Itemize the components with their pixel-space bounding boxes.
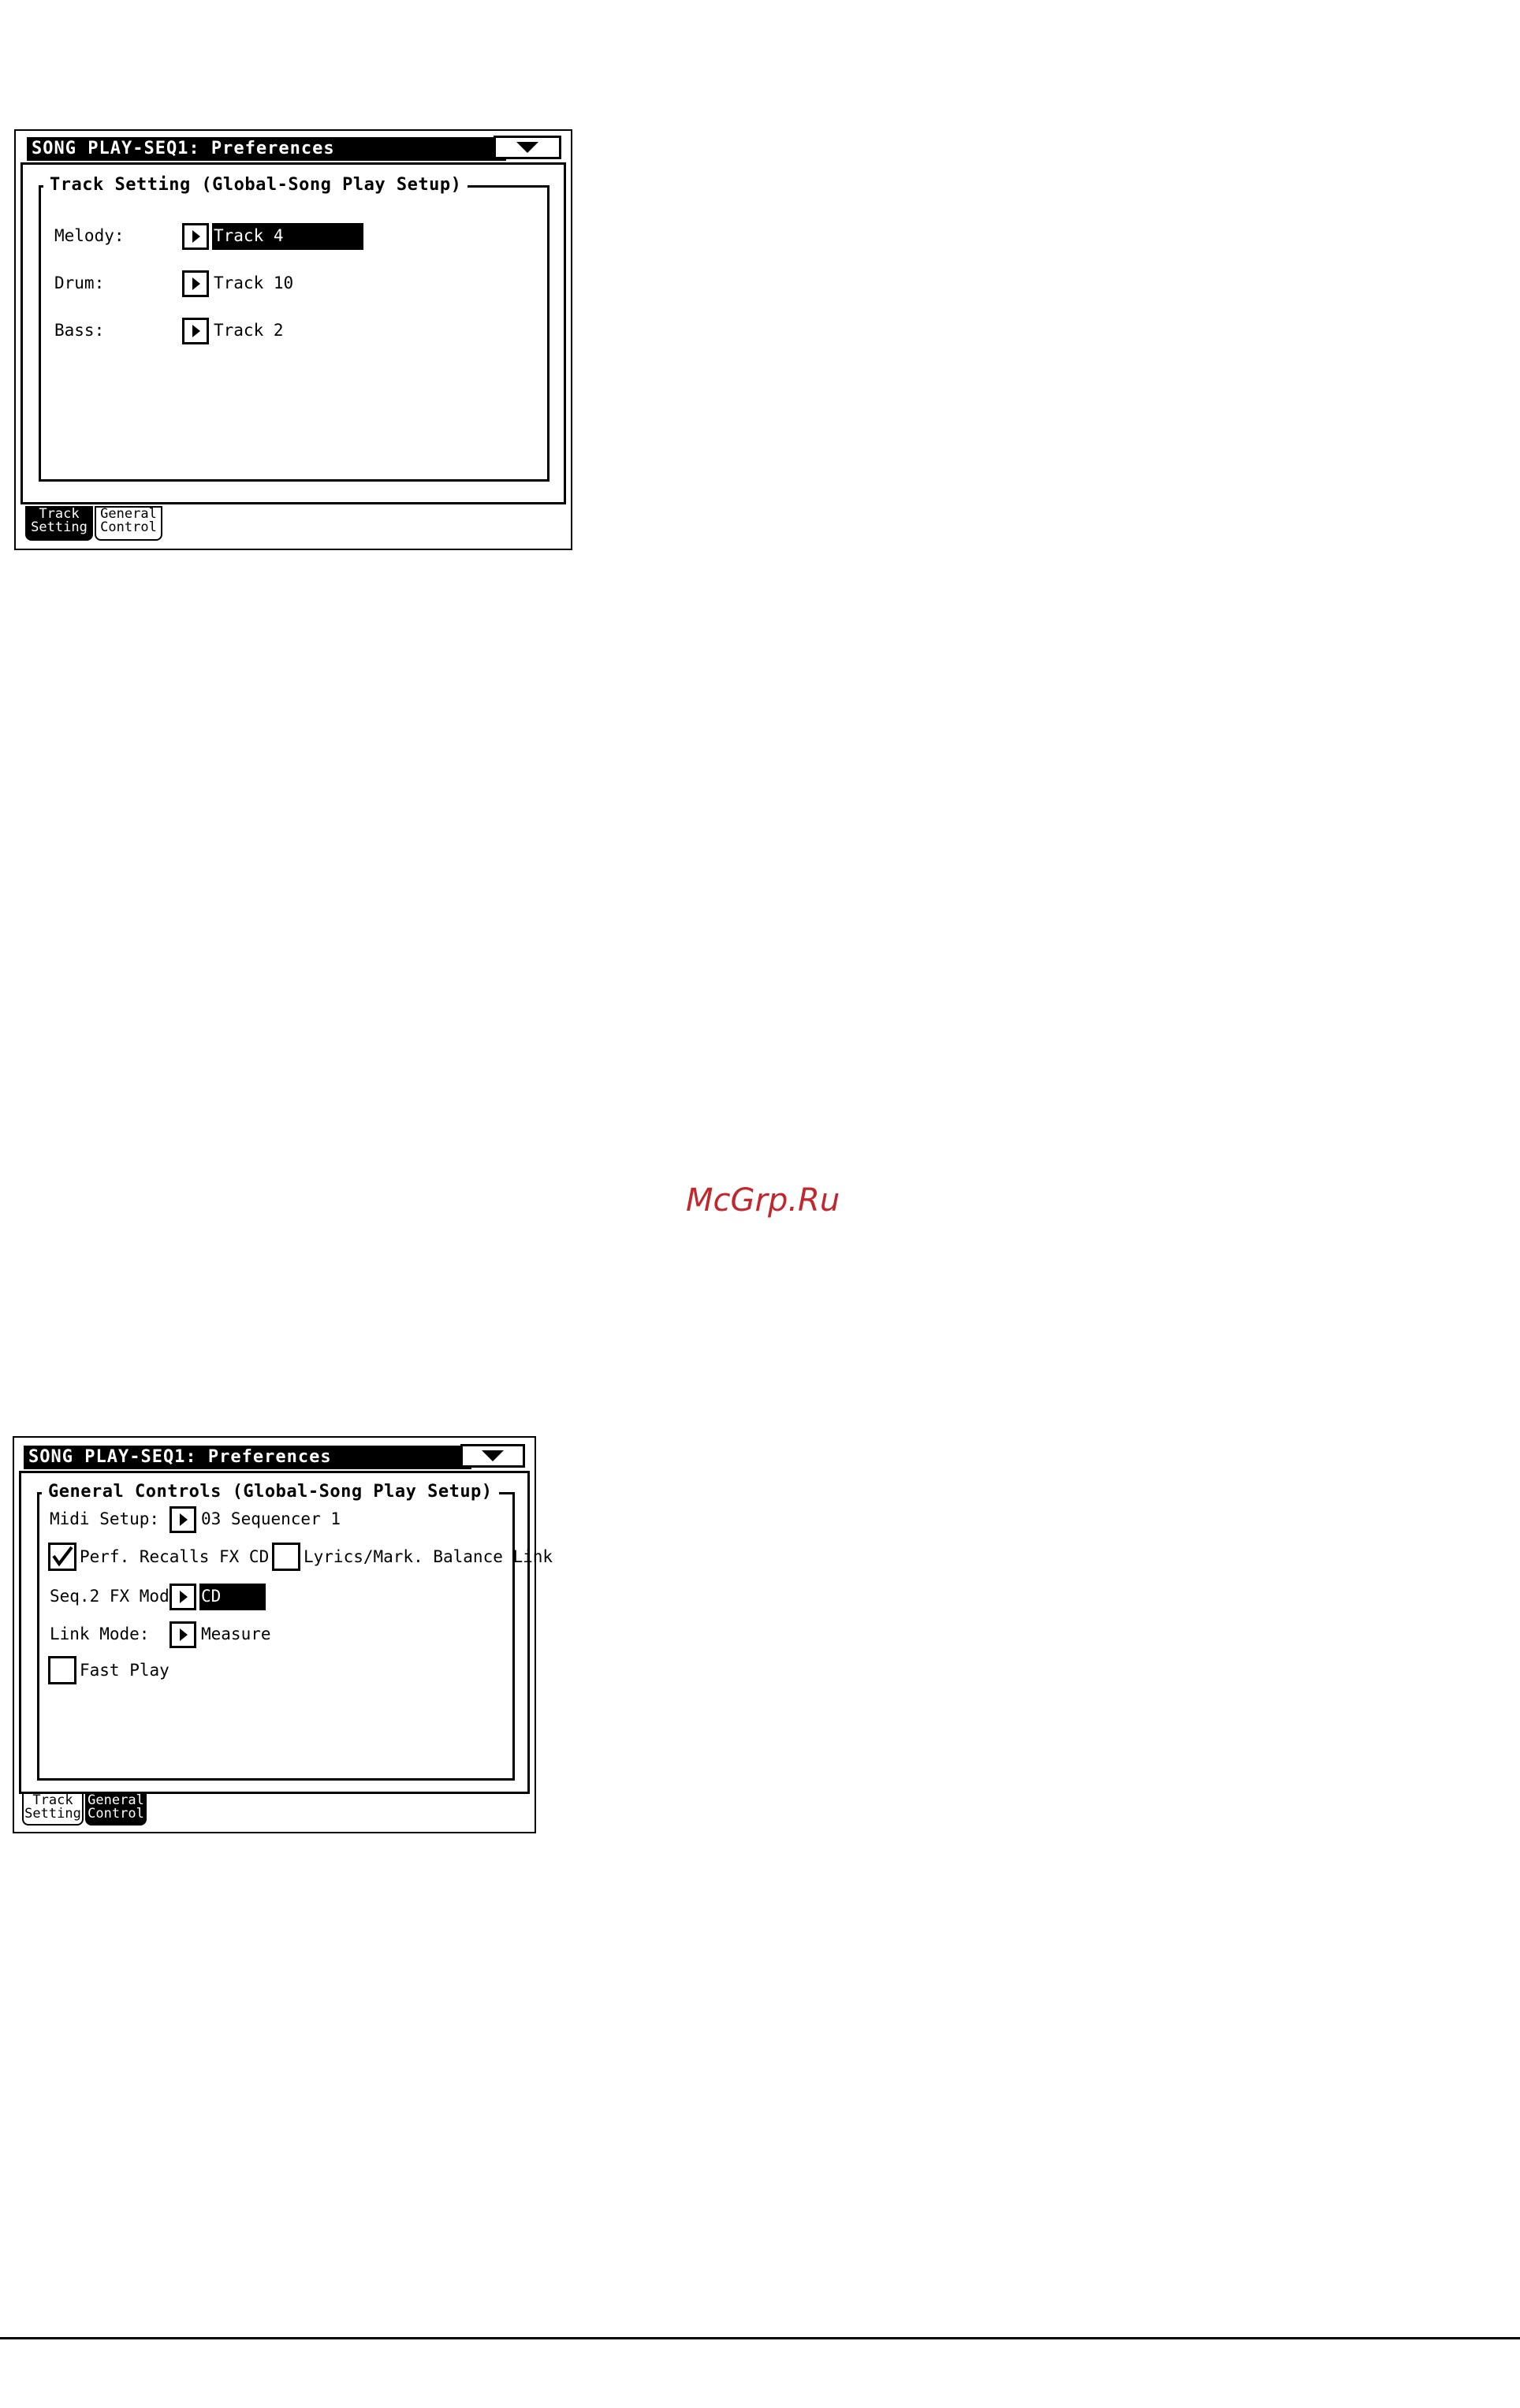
tab-general-control[interactable]: General Control: [95, 506, 162, 541]
lyrics-link-checkbox[interactable]: [272, 1543, 300, 1571]
group-title: Track Setting (Global-Song Play Setup): [43, 174, 468, 196]
melody-popup-button[interactable]: [182, 223, 209, 250]
tab-general-control[interactable]: General Control: [85, 1792, 147, 1826]
perf-recalls-checkbox[interactable]: [48, 1543, 76, 1571]
drum-label: Drum:: [54, 274, 105, 292]
melody-label: Melody:: [54, 226, 125, 245]
fast-play-label: Fast Play: [80, 1661, 170, 1680]
chevron-down-icon: [516, 142, 538, 153]
checkmark-icon: [52, 1546, 73, 1567]
group-title: General Controls (Global-Song Play Setup…: [42, 1481, 499, 1503]
play-arrow-icon: [192, 230, 200, 243]
track-setting-screen: SONG PLAY-SEQ1: Preferences Track Settin…: [14, 129, 572, 550]
page-panel: Track Setting (Global-Song Play Setup) M…: [20, 162, 566, 504]
tab-track-setting[interactable]: Track Setting: [25, 506, 93, 541]
bass-popup-button[interactable]: [182, 318, 209, 344]
link-mode-value[interactable]: Measure: [199, 1621, 271, 1647]
fast-play-checkbox[interactable]: [48, 1656, 76, 1684]
watermark-text: McGrp.Ru: [686, 1182, 840, 1219]
seq2-fx-mode-label: Seq.2 FX Mode:: [50, 1587, 190, 1606]
page-panel: General Controls (Global-Song Play Setup…: [19, 1471, 553, 1794]
perf-recalls-label: Perf. Recalls FX CD: [80, 1547, 270, 1566]
chevron-down-icon: [482, 1450, 504, 1461]
page-divider: [0, 2337, 1520, 2339]
tab-track-setting[interactable]: Track Setting: [22, 1792, 84, 1826]
play-arrow-icon: [180, 1628, 188, 1641]
drum-popup-button[interactable]: [182, 270, 209, 297]
play-arrow-icon: [180, 1591, 188, 1603]
lyrics-link-label: Lyrics/Mark. Balance Link: [304, 1547, 553, 1566]
window-title: SONG PLAY-SEQ1: Preferences: [27, 137, 506, 161]
play-arrow-icon: [180, 1513, 188, 1526]
melody-value[interactable]: Track 4: [212, 223, 363, 250]
link-mode-label: Link Mode:: [50, 1625, 150, 1643]
midi-setup-label: Midi Setup:: [50, 1509, 160, 1528]
midi-setup-popup-button[interactable]: [170, 1506, 196, 1533]
page-menu-button[interactable]: [460, 1444, 525, 1468]
play-arrow-icon: [192, 277, 200, 290]
general-controls-screen: SONG PLAY-SEQ1: Preferences General Cont…: [13, 1436, 553, 1833]
seq2-fx-mode-value[interactable]: CD: [199, 1584, 266, 1610]
link-mode-popup-button[interactable]: [170, 1621, 196, 1648]
seq2-fx-mode-popup-button[interactable]: [170, 1584, 196, 1610]
midi-setup-value[interactable]: 03 Sequencer 1: [199, 1506, 341, 1532]
page-menu-button[interactable]: [494, 136, 561, 159]
bass-label: Bass:: [54, 321, 105, 340]
play-arrow-icon: [192, 325, 200, 337]
window-title: SONG PLAY-SEQ1: Preferences: [24, 1446, 471, 1469]
drum-value[interactable]: Track 10: [212, 270, 293, 296]
bass-value[interactable]: Track 2: [212, 318, 284, 343]
